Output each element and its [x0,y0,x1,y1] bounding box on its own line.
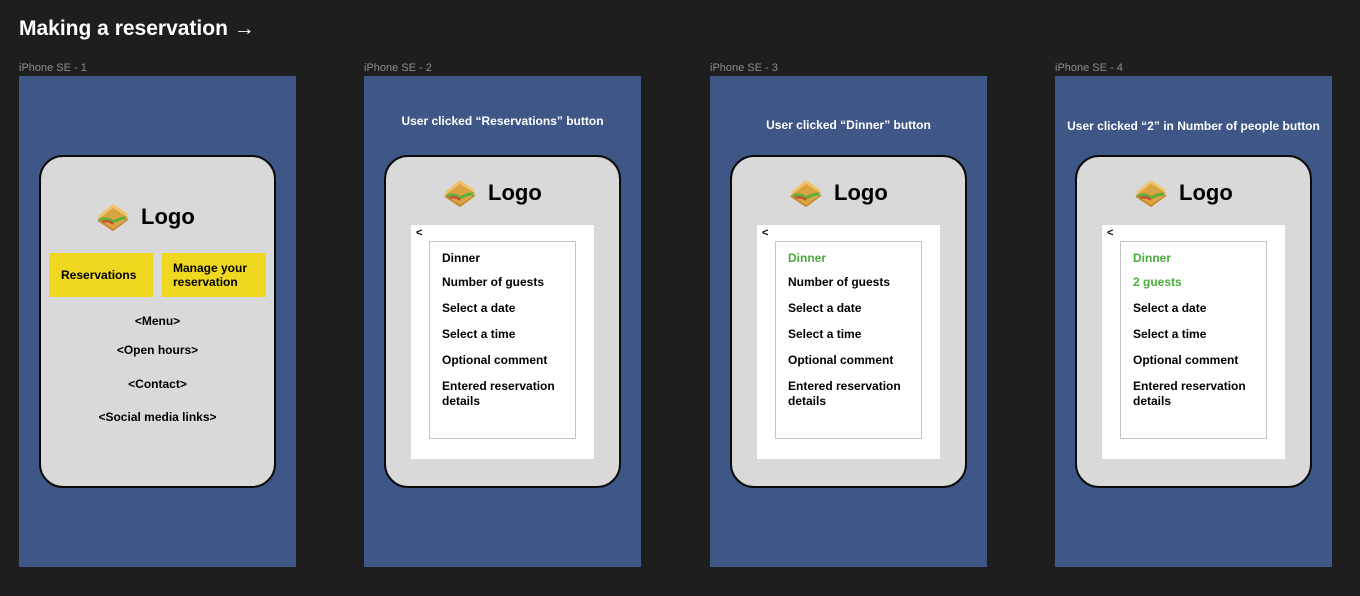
back-button[interactable]: < [762,227,768,239]
option-select-time[interactable]: Select a time [788,327,861,342]
phone-screen-2: Logo < Dinner Number of guests Select a … [384,155,621,488]
option-dinner-selected[interactable]: Dinner [788,251,826,266]
frame-label-3: iPhone SE - 3 [710,62,778,74]
frame-caption: User clicked “2” in Number of people but… [1067,119,1320,133]
reservation-options: Dinner Number of guests Select a date Se… [429,241,576,439]
reservations-button[interactable]: Reservations [49,253,153,297]
frame-label-1: iPhone SE - 1 [19,62,87,74]
contact-link[interactable]: <Contact> [41,377,274,391]
back-button[interactable]: < [416,227,422,239]
logo-text: Logo [141,204,195,229]
manage-button-line2: reservation [173,275,238,289]
option-optional-comment[interactable]: Optional comment [788,353,893,368]
frame-label-4: iPhone SE - 4 [1055,62,1123,74]
option-guests-selected[interactable]: 2 guests [1133,275,1182,290]
logo-text: Logo [1179,180,1233,205]
option-entered-details[interactable]: Entered reservation details [1133,379,1246,409]
frame-label-2: iPhone SE - 2 [364,62,432,74]
menu-link[interactable]: <Menu> [41,314,274,328]
option-entered-details[interactable]: Entered reservation details [442,379,555,409]
option-entered-details[interactable]: Entered reservation details [788,379,901,409]
sandwich-icon [1133,179,1169,208]
logo-group: Logo [442,179,542,208]
logo-group: Logo [788,179,888,208]
option-optional-comment[interactable]: Optional comment [442,353,547,368]
logo-group: Logo [95,203,195,232]
option-entered-details-line2: details [1133,394,1172,408]
back-button[interactable]: < [1107,227,1113,239]
social-media-link[interactable]: <Social media links> [41,410,274,424]
page-title: Making a reservation → [19,17,255,40]
option-select-time[interactable]: Select a time [442,327,515,342]
option-number-of-guests[interactable]: Number of guests [788,275,890,290]
logo-group: Logo [1133,179,1233,208]
frame-iphone-se-2: User clicked “Reservations” button Logo … [364,76,641,567]
sandwich-icon [788,179,824,208]
option-select-date[interactable]: Select a date [1133,301,1206,316]
option-number-of-guests[interactable]: Number of guests [442,275,544,290]
frame-iphone-se-1: Logo Reservations Manage your reservatio… [19,76,296,567]
option-select-time[interactable]: Select a time [1133,327,1206,342]
phone-screen-3: Logo < Dinner Number of guests Select a … [730,155,967,488]
option-entered-details-line1: Entered reservation [442,379,555,393]
manage-button-line1: Manage your [173,260,248,275]
reservation-panel: < Dinner Number of guests Select a date … [757,225,940,459]
logo-text: Logo [488,180,542,205]
option-dinner-selected[interactable]: Dinner [1133,251,1171,266]
reservation-panel: < Dinner Number of guests Select a date … [411,225,594,459]
open-hours-link[interactable]: <Open hours> [41,343,274,357]
reservation-options: Dinner Number of guests Select a date Se… [775,241,922,439]
manage-reservation-button[interactable]: Manage your reservation [162,253,266,297]
option-select-date[interactable]: Select a date [442,301,515,316]
phone-screen-4: Logo < Dinner 2 guests Select a date Sel… [1075,155,1312,488]
logo-text: Logo [834,180,888,205]
option-entered-details-line2: details [788,394,827,408]
option-optional-comment[interactable]: Optional comment [1133,353,1238,368]
reservation-options: Dinner 2 guests Select a date Select a t… [1120,241,1267,439]
frame-caption: User clicked “Dinner” button [766,118,931,132]
sandwich-icon [442,179,478,208]
option-entered-details-line2: details [442,394,481,408]
frame-iphone-se-4: User clicked “2” in Number of people but… [1055,76,1332,567]
reservation-panel: < Dinner 2 guests Select a date Select a… [1102,225,1285,459]
option-dinner[interactable]: Dinner [442,251,480,266]
phone-screen-1: Logo Reservations Manage your reservatio… [39,155,276,488]
sandwich-icon [95,203,131,232]
option-select-date[interactable]: Select a date [788,301,861,316]
option-entered-details-line1: Entered reservation [1133,379,1246,393]
frame-caption: User clicked “Reservations” button [401,114,604,128]
option-entered-details-line1: Entered reservation [788,379,901,393]
frame-iphone-se-3: User clicked “Dinner” button Logo < Dinn… [710,76,987,567]
